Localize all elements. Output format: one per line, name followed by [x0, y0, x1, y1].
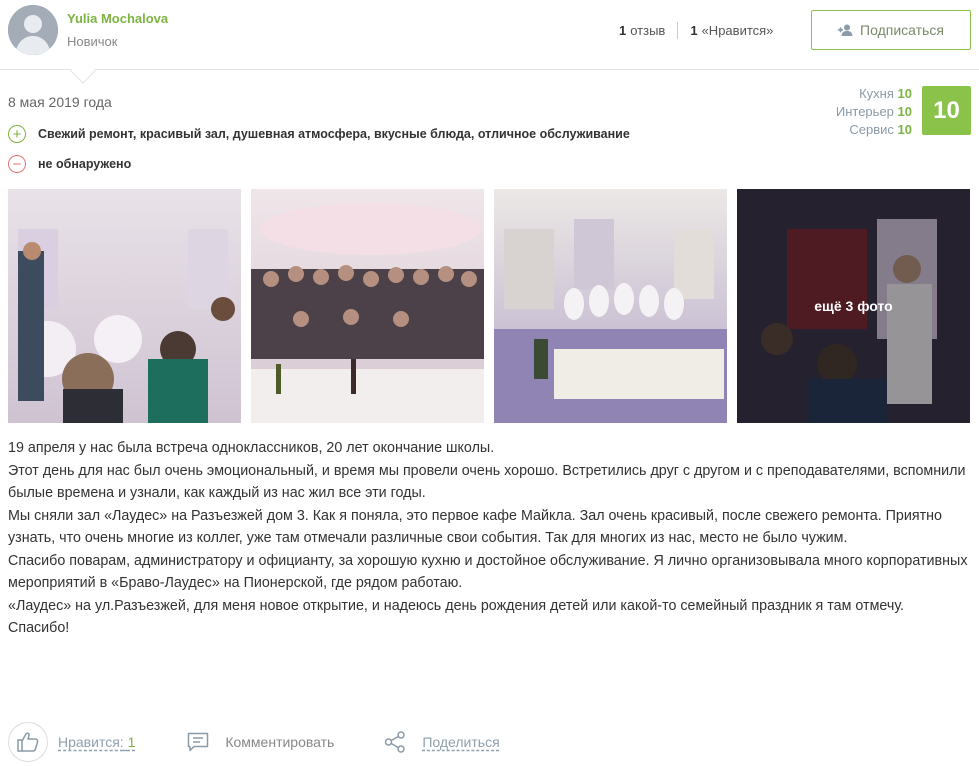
- rating-service: Сервис 10: [849, 122, 912, 137]
- rating-interior: Интерьер 10: [835, 104, 912, 119]
- reviews-label: отзыв: [630, 23, 666, 38]
- user-silhouette-icon: [8, 5, 58, 55]
- subscribe-button[interactable]: Подписаться: [811, 10, 971, 50]
- photo-thumbnail[interactable]: [251, 189, 484, 423]
- author-name[interactable]: Yulia Mochalova: [67, 11, 168, 26]
- like-count: 1: [127, 734, 136, 750]
- photo-thumbnail[interactable]: [494, 189, 727, 423]
- overall-score-badge: 10: [922, 86, 971, 135]
- category-ratings: Кухня 10 Интерьер 10 Сервис 10: [836, 85, 912, 139]
- rating-kitchen: Кухня 10: [859, 86, 912, 101]
- comment-action[interactable]: Комментировать: [187, 732, 334, 752]
- thumbs-up-icon: [17, 732, 39, 752]
- subscribe-label: Подписаться: [860, 22, 944, 38]
- review-cons: − не обнаружено: [8, 155, 131, 173]
- author-rank: Новичок: [67, 34, 118, 49]
- likes-label: «Нравится»: [701, 23, 774, 38]
- plus-icon: +: [8, 125, 26, 143]
- photo-gallery: ещё 3 фото: [8, 189, 970, 423]
- share-icon: [384, 731, 406, 753]
- reviews-count: 1: [619, 23, 627, 38]
- likes-count: 1: [690, 23, 698, 38]
- review-paragraph: Спасибо!: [8, 620, 70, 636]
- author-stats: 1 отзыв 1 «Нравится»: [619, 22, 773, 39]
- review-date: 8 мая 2019 года: [8, 94, 112, 110]
- cons-text: не обнаружено: [38, 157, 132, 171]
- review-header: Yulia Mochalova Новичок 1 отзыв 1 «Нрави…: [0, 0, 979, 70]
- comment-icon: [187, 732, 209, 752]
- add-user-icon: [838, 24, 854, 36]
- review-paragraph: «Лаудес» на ул.Разъезжей, для меня новое…: [8, 597, 905, 614]
- more-photos-thumbnail[interactable]: ещё 3 фото: [737, 189, 970, 423]
- review-text: 19 апреля у нас была встреча одноклассни…: [8, 437, 973, 640]
- review-paragraph: 19 апреля у нас была встреча одноклассни…: [8, 440, 495, 456]
- pros-text: Свежий ремонт, красивый зал, душевная ат…: [38, 127, 630, 141]
- review-paragraph: Мы сняли зал «Лаудес» на Разъезжей дом 3…: [8, 507, 943, 547]
- share-action[interactable]: Поделиться: [384, 731, 500, 753]
- photo-thumbnail[interactable]: [8, 189, 241, 423]
- share-label[interactable]: Поделиться: [422, 734, 499, 750]
- review-actions: Нравится: 1 Комментировать Поделиться: [8, 722, 500, 762]
- comment-label[interactable]: Комментировать: [225, 734, 334, 750]
- minus-icon: −: [8, 155, 26, 173]
- review-paragraph: Спасибо поварам, администратору и официа…: [8, 552, 968, 592]
- stats-divider: [677, 22, 679, 39]
- like-link[interactable]: Нравится: 1: [58, 734, 135, 750]
- review-pros: + Свежий ремонт, красивый зал, душевная …: [8, 125, 630, 143]
- review-paragraph: Этот день для нас был очень эмоциональны…: [8, 462, 966, 502]
- like-button[interactable]: [8, 722, 48, 762]
- avatar[interactable]: [8, 5, 58, 55]
- more-photos-label[interactable]: ещё 3 фото: [737, 189, 970, 423]
